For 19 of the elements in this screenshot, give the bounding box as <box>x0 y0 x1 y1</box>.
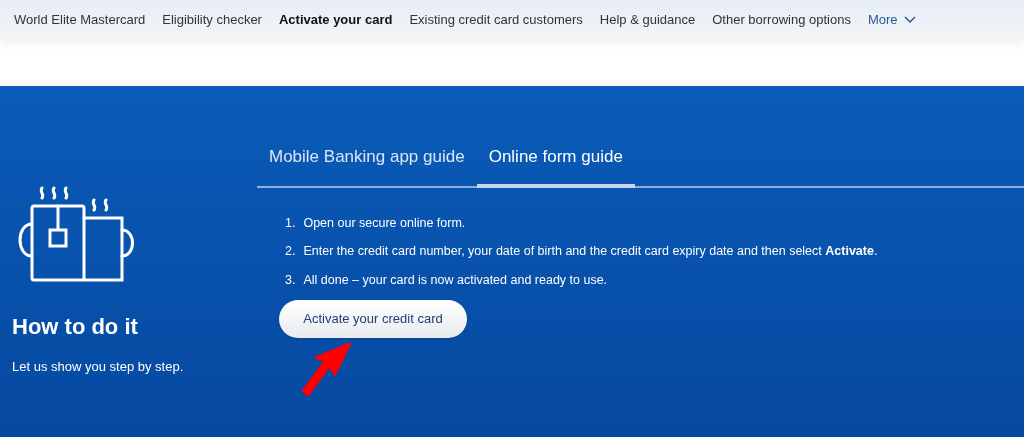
nav-link[interactable]: Eligibility checker <box>162 10 262 30</box>
step-text: Open our secure online form. <box>303 214 466 232</box>
step-number: 2. <box>285 243 296 261</box>
activate-button[interactable]: Activate your credit card <box>279 299 467 338</box>
section-heading: How to do it <box>12 313 139 341</box>
step-text: Enter the credit card number, your date of birth and the credit card expiry date and then select Activate. <box>303 243 878 261</box>
tab[interactable]: Online form guide <box>476 144 635 188</box>
more-menu[interactable]: More <box>867 10 916 30</box>
nav-link[interactable]: Other borrowing options <box>712 10 851 30</box>
step-text: All done – your card is now activated and ready to use. <box>303 272 608 289</box>
section-text: Let us show you step by step. <box>12 358 185 376</box>
nav-link[interactable]: Activate your card <box>278 10 393 30</box>
nav-link[interactable]: Existing credit card customers <box>409 10 583 30</box>
nav-link[interactable]: Help & guidance <box>599 10 696 30</box>
nav-link[interactable]: World Elite Mastercard <box>14 10 146 30</box>
step-number: 3. <box>285 272 296 289</box>
chevron-down-icon <box>903 16 916 24</box>
tab[interactable]: Mobile Banking app guide <box>257 144 477 188</box>
step-number: 1. <box>285 214 296 232</box>
